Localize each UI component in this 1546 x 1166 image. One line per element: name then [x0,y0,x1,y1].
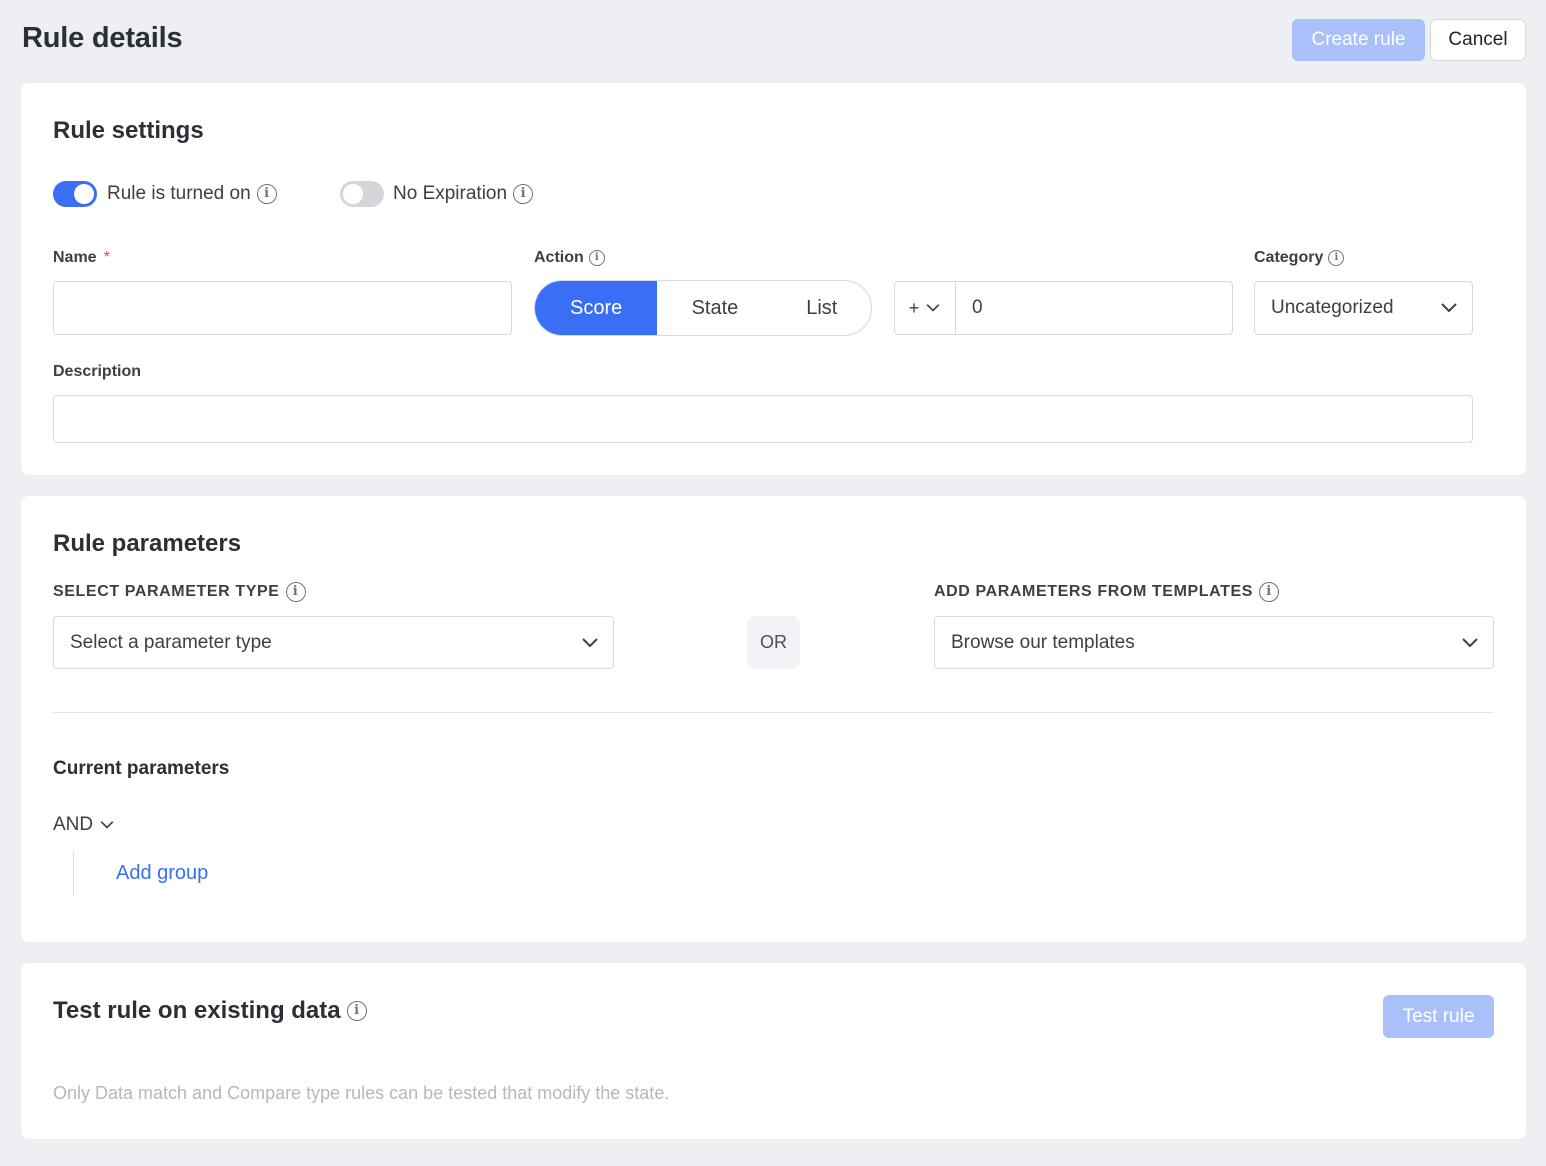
chevron-down-icon [100,821,114,829]
test-rule-title-group: Test rule on existing data i [53,997,367,1025]
test-rule-card: Test rule on existing data i Test rule O… [21,963,1526,1139]
chevron-down-icon [926,304,940,312]
sign-value: + [908,297,920,318]
rule-enabled-label-group: Rule is turned on i [107,181,277,207]
logic-operator-select[interactable]: AND [53,814,115,836]
no-expiration-toggle[interactable] [340,181,384,207]
select-parameter-type-label-group: SELECT PARAMETER TYPE i [53,582,306,602]
info-icon[interactable]: i [346,1001,367,1021]
parameter-type-placeholder: Select a parameter type [70,631,272,653]
action-segmented-control: Score State List [534,280,872,336]
info-icon[interactable]: i [1328,250,1345,266]
info-icon[interactable]: i [1259,582,1280,602]
score-value-input[interactable]: 0 [955,281,1233,335]
name-label-group: Name * [53,249,110,267]
category-select[interactable]: Uncategorized [1254,281,1473,335]
test-rule-title: Test rule on existing data [53,997,341,1024]
info-icon[interactable]: i [256,184,277,204]
rule-parameters-title: Rule parameters [53,530,242,557]
no-expiration-label: No Expiration [393,183,508,204]
rule-enabled-toggle[interactable] [53,181,97,207]
toggle-knob [74,184,94,204]
templates-label-group: ADD PARAMETERS FROM TEMPLATES i [934,582,1280,602]
info-icon[interactable]: i [588,250,605,266]
page-header: Rule details Create rule Cancel [0,0,1546,80]
rule-settings-card: Rule settings Rule is turned on i No Exp… [21,83,1526,475]
templates-placeholder: Browse our templates [951,631,1135,653]
cancel-button[interactable]: Cancel [1430,19,1526,61]
action-option-list[interactable]: List [773,281,871,335]
section-divider [53,712,1494,713]
category-label-group: Category i [1254,249,1345,267]
rule-parameters-card: Rule parameters SELECT PARAMETER TYPE i … [21,496,1526,942]
rule-enabled-label: Rule is turned on [107,183,251,204]
category-value: Uncategorized [1271,297,1394,318]
name-input[interactable] [53,281,512,335]
action-label: Action [534,249,584,266]
action-label-group: Action i [534,249,605,267]
info-icon[interactable]: i [513,184,534,204]
category-label: Category [1254,249,1324,266]
chevron-down-icon [582,637,598,647]
templates-label: ADD PARAMETERS FROM TEMPLATES [934,583,1254,600]
info-icon[interactable]: i [285,582,306,602]
no-expiration-label-group: No Expiration i [393,181,534,207]
create-rule-button[interactable]: Create rule [1292,19,1425,61]
sign-select[interactable]: + [894,281,956,335]
name-label: Name [53,249,97,266]
description-label: Description [53,363,142,380]
description-input[interactable] [53,395,1473,443]
chevron-down-icon [1441,303,1457,313]
templates-select[interactable]: Browse our templates [934,616,1494,669]
or-badge: OR [747,616,800,669]
page-title: Rule details [22,22,183,54]
required-asterisk: * [103,249,110,266]
select-parameter-type-label: SELECT PARAMETER TYPE [53,583,280,600]
action-option-score[interactable]: Score [535,281,658,335]
test-rule-button[interactable]: Test rule [1383,995,1494,1038]
action-option-state[interactable]: State [657,281,772,335]
parameter-type-select[interactable]: Select a parameter type [53,616,614,669]
chevron-down-icon [1462,637,1478,647]
current-parameters-heading: Current parameters [53,758,230,779]
add-group-link[interactable]: Add group [116,862,208,885]
group-tree-line [73,852,74,896]
toggle-knob [343,184,363,204]
test-rule-note: Only Data match and Compare type rules c… [53,1083,670,1103]
rule-settings-title: Rule settings [53,117,204,144]
logic-operator-value: AND [53,814,94,835]
